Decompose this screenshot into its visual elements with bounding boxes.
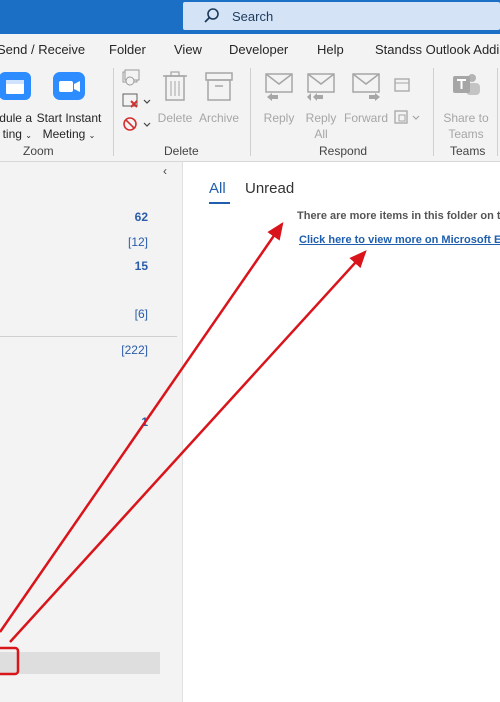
share-line2: Teams xyxy=(448,127,484,141)
meeting-reply-icon[interactable] xyxy=(393,76,411,94)
tab-all[interactable]: All xyxy=(209,180,226,197)
folder-count[interactable]: 1 xyxy=(141,415,148,429)
menu-help[interactable]: Help xyxy=(317,42,344,57)
archive-label: Archive xyxy=(198,111,239,125)
forward-icon xyxy=(352,73,380,101)
selected-folder-row[interactable] xyxy=(0,652,160,674)
message-list: All Unread There are more items in this … xyxy=(183,162,500,702)
view-more-on-server-link[interactable]: Click here to view more on Microsoft E xyxy=(299,234,500,246)
chevron-down-icon: ⌄ xyxy=(88,131,96,140)
search-box[interactable]: Search xyxy=(183,2,500,30)
teams-icon xyxy=(453,74,480,95)
active-tab-indicator xyxy=(209,202,230,204)
ignore-icon[interactable] xyxy=(121,69,141,87)
search-label: Search xyxy=(232,8,274,24)
title-bar: Search xyxy=(0,0,500,34)
menu-standss-addins[interactable]: Standss Outlook Addi xyxy=(375,42,499,57)
more-items-notice: There are more items in this folder on t… xyxy=(297,210,500,222)
folder-count[interactable]: 62 xyxy=(135,210,148,224)
archive-button[interactable]: Archive xyxy=(197,70,241,126)
folder-count[interactable]: 15 xyxy=(135,259,148,273)
reply-label: Reply xyxy=(263,111,295,125)
forward-label: Forward xyxy=(343,111,388,125)
ribbon: dule a ting ⌄ Start Instant Meeting ⌄ Zo… xyxy=(0,64,500,162)
zoom-camera-icon xyxy=(53,72,85,100)
group-separator xyxy=(433,68,434,156)
share-line1: Share to xyxy=(443,111,489,125)
reply-icon xyxy=(265,73,293,101)
junk-icon[interactable] xyxy=(121,115,151,133)
reply-all-button[interactable]: Reply All xyxy=(301,70,341,142)
start-instant-meeting-button[interactable]: Start Instant Meeting ⌄ xyxy=(35,70,103,144)
instant-line1: Start Instant xyxy=(36,111,102,125)
folder-separator xyxy=(0,336,177,337)
menu-folder[interactable]: Folder xyxy=(109,42,146,57)
archive-icon xyxy=(205,72,233,101)
trash-icon xyxy=(163,71,187,101)
delete-group-label: Delete xyxy=(164,144,199,158)
schedule-line1: dule a xyxy=(0,111,32,125)
chevron-down-icon: ⌄ xyxy=(25,131,32,140)
delete-button[interactable]: Delete xyxy=(157,70,193,126)
reply-button[interactable]: Reply xyxy=(259,70,299,126)
folder-count[interactable]: [6] xyxy=(135,307,148,321)
reply-all-line2: All xyxy=(314,127,328,141)
folder-count[interactable]: [12] xyxy=(128,235,148,249)
group-separator xyxy=(250,68,251,156)
instant-line2: Meeting xyxy=(42,127,86,141)
respond-group-label: Respond xyxy=(319,144,368,158)
menu-bar: Send / Receive Folder View Developer Hel… xyxy=(0,34,500,64)
more-respond-icon[interactable] xyxy=(393,108,423,126)
folder-pane: ‹ 62 [12] 15 [6] [222] 1 xyxy=(0,162,183,702)
clean-up-icon[interactable] xyxy=(121,92,151,110)
folder-count[interactable]: [222] xyxy=(121,343,148,357)
group-separator xyxy=(113,68,114,156)
menu-send-receive[interactable]: Send / Receive xyxy=(0,42,85,57)
schedule-line2: ting xyxy=(2,127,22,141)
reply-all-icon xyxy=(307,73,335,101)
delete-label: Delete xyxy=(157,111,193,125)
menu-view[interactable]: View xyxy=(174,42,202,57)
menu-developer[interactable]: Developer xyxy=(229,42,288,57)
collapse-pane-icon[interactable]: ‹ xyxy=(163,164,167,178)
reply-all-line1: Reply xyxy=(305,111,337,125)
share-to-teams-button[interactable]: Share to Teams xyxy=(440,70,492,142)
search-icon xyxy=(204,8,219,23)
tab-unread[interactable]: Unread xyxy=(245,180,294,197)
schedule-meeting-button[interactable]: dule a ting ⌄ xyxy=(0,70,40,144)
group-separator xyxy=(497,68,498,156)
zoom-group-label: Zoom xyxy=(23,144,54,158)
zoom-calendar-icon xyxy=(0,72,31,100)
forward-button[interactable]: Forward xyxy=(342,70,390,126)
teams-group-label: Teams xyxy=(450,144,486,158)
